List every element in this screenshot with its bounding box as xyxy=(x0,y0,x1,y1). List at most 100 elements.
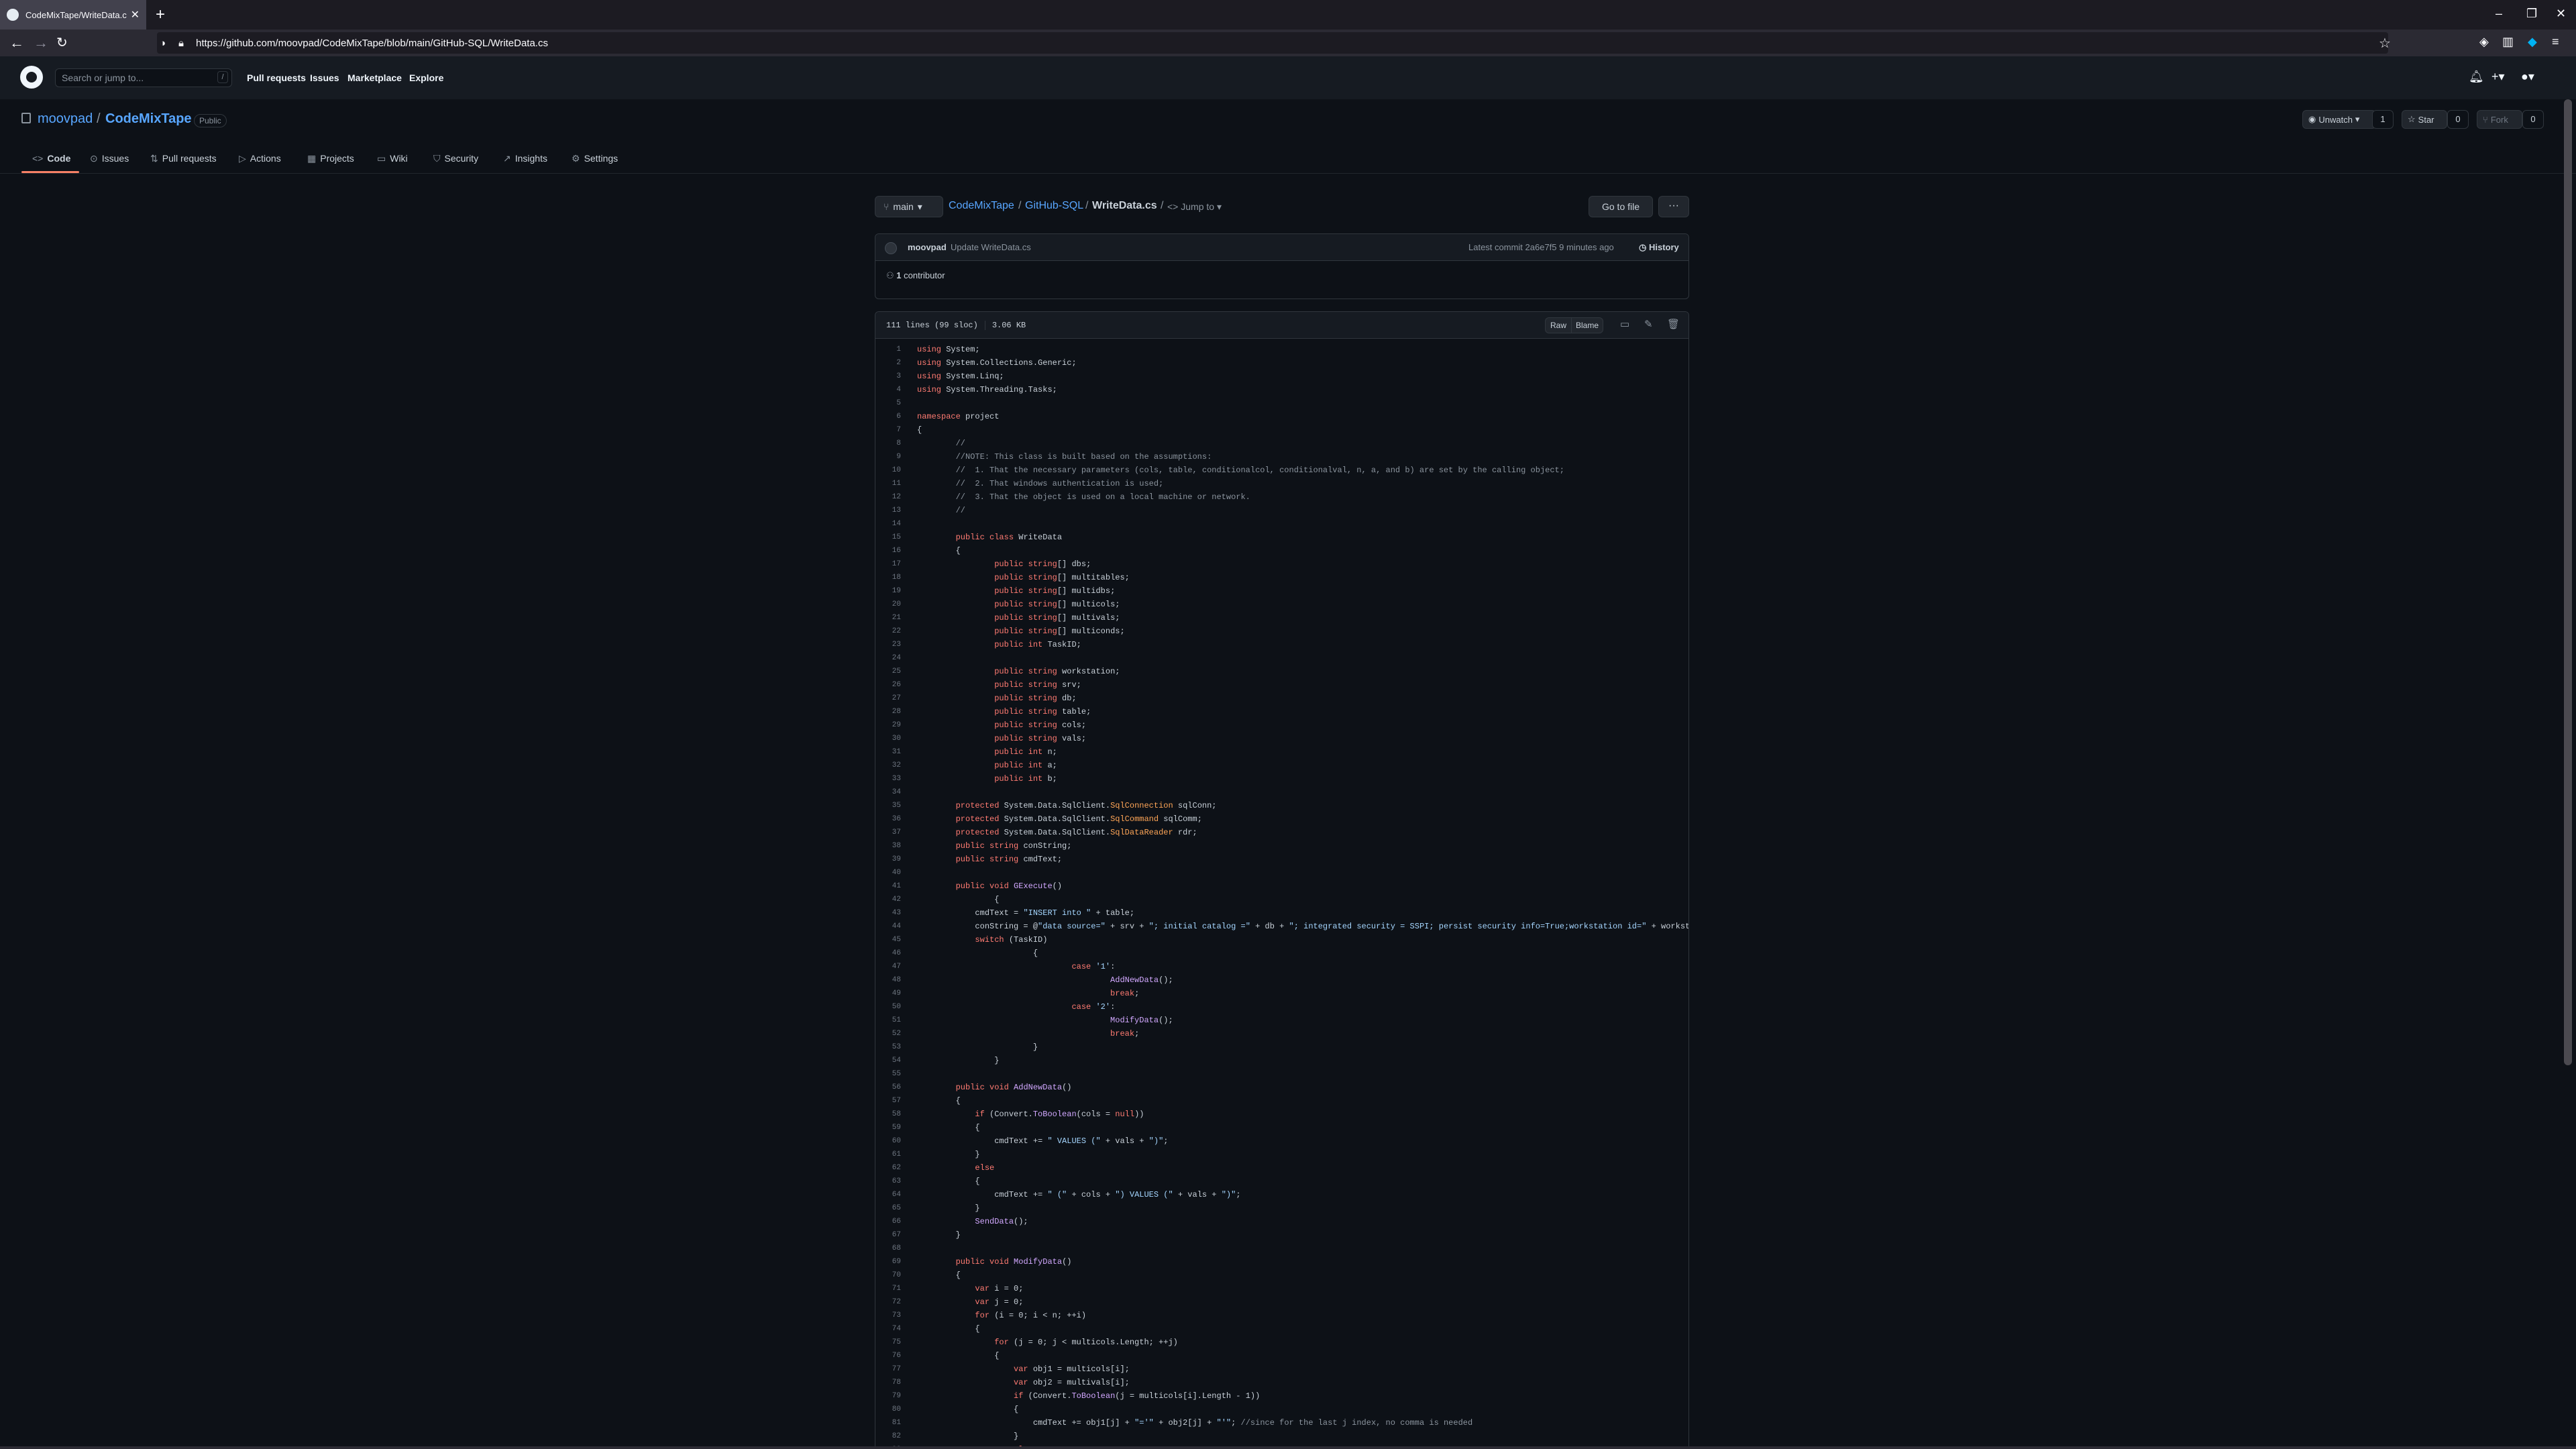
tab-projects[interactable]: ▦ Projects xyxy=(307,152,354,165)
line-number[interactable]: 24 xyxy=(875,654,909,662)
line-number[interactable]: 7 xyxy=(875,426,909,434)
tracking-shield-icon[interactable]: ◑ xyxy=(160,38,166,49)
line-number[interactable]: 46 xyxy=(875,949,909,957)
pencil-icon[interactable]: ✎ xyxy=(1644,318,1653,330)
tab-actions[interactable]: ▷ Actions xyxy=(239,152,281,165)
header-link-marketplace[interactable]: Marketplace xyxy=(347,72,402,83)
tab-issues[interactable]: ⊙ Issues xyxy=(90,152,129,165)
line-number[interactable]: 27 xyxy=(875,694,909,702)
blame-button[interactable]: Blame xyxy=(1571,317,1603,333)
line-number[interactable]: 3 xyxy=(875,372,909,380)
line-number[interactable]: 14 xyxy=(875,520,909,528)
line-number[interactable]: 76 xyxy=(875,1352,909,1360)
breadcrumb-dir[interactable]: GitHub-SQL xyxy=(1025,200,1083,212)
restore-icon[interactable]: ❐ xyxy=(2526,7,2537,21)
line-number[interactable]: 36 xyxy=(875,815,909,823)
line-number[interactable]: 16 xyxy=(875,547,909,555)
line-number[interactable]: 22 xyxy=(875,627,909,635)
commit-message[interactable]: Update WriteData.cs xyxy=(951,242,1031,252)
contributors-link[interactable]: ⚇ 1 contributor xyxy=(886,270,945,281)
line-number[interactable]: 49 xyxy=(875,989,909,998)
line-number[interactable]: 79 xyxy=(875,1392,909,1400)
github-logo-icon[interactable] xyxy=(20,66,43,89)
url-text[interactable]: https://github.com/moovpad/CodeMixTape/b… xyxy=(196,38,548,49)
line-number[interactable]: 71 xyxy=(875,1285,909,1293)
line-number[interactable]: 32 xyxy=(875,761,909,769)
tab-insights[interactable]: ↗ Insights xyxy=(503,152,547,165)
line-number[interactable]: 61 xyxy=(875,1150,909,1159)
line-number[interactable]: 42 xyxy=(875,896,909,904)
line-number[interactable]: 13 xyxy=(875,506,909,515)
line-number[interactable]: 11 xyxy=(875,480,909,488)
line-number[interactable]: 10 xyxy=(875,466,909,474)
line-number[interactable]: 80 xyxy=(875,1405,909,1413)
line-number[interactable]: 75 xyxy=(875,1338,909,1346)
line-number[interactable]: 57 xyxy=(875,1097,909,1105)
line-number[interactable]: 73 xyxy=(875,1311,909,1320)
tab-code[interactable]: <> Code xyxy=(32,152,70,165)
line-number[interactable]: 8 xyxy=(875,439,909,447)
tab-settings[interactable]: ⚙ Settings xyxy=(572,152,618,165)
forward-icon[interactable]: → xyxy=(34,35,48,51)
line-number[interactable]: 81 xyxy=(875,1419,909,1427)
branch-select-button[interactable]: ⑂ main ▾ xyxy=(875,196,943,217)
line-number[interactable]: 17 xyxy=(875,560,909,568)
star-button[interactable]: ☆ Star xyxy=(2402,110,2447,129)
commit-latest-info[interactable]: Latest commit 2a6e7f5 9 minutes ago xyxy=(1468,242,1614,252)
fork-count[interactable]: 0 xyxy=(2522,110,2544,129)
line-number[interactable]: 65 xyxy=(875,1204,909,1212)
line-number[interactable]: 48 xyxy=(875,976,909,984)
line-number[interactable]: 60 xyxy=(875,1137,909,1145)
line-number[interactable]: 51 xyxy=(875,1016,909,1024)
menu-icon[interactable]: ≡ xyxy=(2552,35,2559,49)
line-number[interactable]: 58 xyxy=(875,1110,909,1118)
line-number[interactable]: 21 xyxy=(875,614,909,622)
new-tab-icon[interactable]: + xyxy=(156,5,165,24)
line-number[interactable]: 50 xyxy=(875,1003,909,1011)
repo-owner-link[interactable]: moovpad xyxy=(38,111,93,127)
lock-icon[interactable]: 🔒︎ xyxy=(178,38,184,49)
line-number[interactable]: 35 xyxy=(875,802,909,810)
tab-pull-requests[interactable]: ⇅ Pull requests xyxy=(150,152,217,165)
line-number[interactable]: 15 xyxy=(875,533,909,541)
line-number[interactable]: 39 xyxy=(875,855,909,863)
line-number[interactable]: 37 xyxy=(875,828,909,837)
line-number[interactable]: 41 xyxy=(875,882,909,890)
line-number[interactable]: 2 xyxy=(875,359,909,367)
line-number[interactable]: 54 xyxy=(875,1057,909,1065)
breadcrumb-repo[interactable]: CodeMixTape xyxy=(949,200,1014,212)
jump-to-button[interactable]: <> Jump to ▾ xyxy=(1167,201,1222,213)
back-icon[interactable]: ← xyxy=(9,35,24,51)
line-number[interactable]: 25 xyxy=(875,667,909,676)
line-number[interactable]: 18 xyxy=(875,574,909,582)
line-number[interactable]: 52 xyxy=(875,1030,909,1038)
star-count[interactable]: 0 xyxy=(2447,110,2469,129)
close-window-icon[interactable]: ✕ xyxy=(2556,7,2566,21)
tab-security[interactable]: ⛉ Security xyxy=(433,152,478,165)
line-number[interactable]: 29 xyxy=(875,721,909,729)
line-number[interactable]: 64 xyxy=(875,1191,909,1199)
line-number[interactable]: 28 xyxy=(875,708,909,716)
line-number[interactable]: 72 xyxy=(875,1298,909,1306)
line-number[interactable]: 53 xyxy=(875,1043,909,1051)
line-number[interactable]: 5 xyxy=(875,399,909,407)
line-number[interactable]: 23 xyxy=(875,641,909,649)
tab-wiki[interactable]: ▭ Wiki xyxy=(377,152,408,165)
notifications-bell-icon[interactable]: 🔔︎ xyxy=(2469,70,2484,84)
line-number[interactable]: 30 xyxy=(875,735,909,743)
library-icon[interactable]: ▥ xyxy=(2502,35,2514,49)
commit-author[interactable]: moovpad xyxy=(908,242,947,252)
line-number[interactable]: 9 xyxy=(875,453,909,461)
create-new-icon[interactable]: +▾ xyxy=(2491,70,2505,84)
fork-button[interactable]: ⑂ Fork xyxy=(2477,110,2522,129)
line-number[interactable]: 40 xyxy=(875,869,909,877)
minimize-icon[interactable]: – xyxy=(2496,7,2502,21)
history-link[interactable]: ◷ History xyxy=(1639,242,1679,253)
bookmark-star-icon[interactable]: ☆ xyxy=(2379,35,2391,52)
header-link-explore[interactable]: Explore xyxy=(409,72,443,83)
unwatch-button[interactable]: ◉ Unwatch ▾ xyxy=(2302,110,2376,129)
line-number[interactable]: 33 xyxy=(875,775,909,783)
desktop-icon[interactable]: ▭ xyxy=(1620,318,1629,330)
line-number[interactable]: 45 xyxy=(875,936,909,944)
line-number[interactable]: 38 xyxy=(875,842,909,850)
